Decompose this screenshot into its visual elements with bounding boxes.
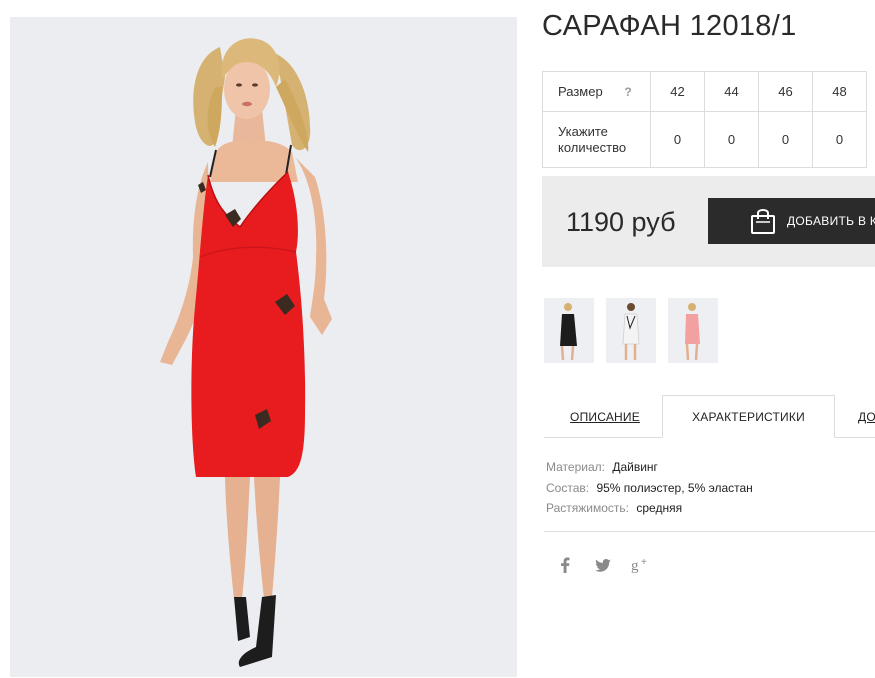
quantity-input-42[interactable]: 0: [650, 111, 705, 168]
size-44: 44: [704, 71, 759, 112]
add-to-cart-button[interactable]: ДОБАВИТЬ В КОРЗИНУ: [708, 198, 875, 244]
tab-characteristics-label: ХАРАКТЕРИСТИКИ: [692, 409, 805, 424]
property-key: Растяжимость:: [546, 501, 630, 515]
tab-characteristics[interactable]: ХАРАКТЕРИСТИКИ: [662, 395, 835, 438]
quantity-input-46[interactable]: 0: [758, 111, 813, 168]
facebook-icon[interactable]: [556, 555, 574, 575]
thumbnail-black-dress[interactable]: [544, 298, 594, 363]
size-48: 48: [812, 71, 867, 112]
size-42: 42: [650, 71, 705, 112]
thumbnail-white-dress[interactable]: [606, 298, 656, 363]
quantity-row: Укажите количество 0 0 0 0: [542, 111, 867, 168]
section-divider: [544, 531, 875, 532]
property-value: Дайвинг: [612, 460, 658, 474]
property-composition: Состав: 95% полиэстер, 5% эластан: [546, 478, 753, 499]
property-key: Состав:: [546, 480, 590, 495]
size-label-cell: Размер ?: [542, 71, 651, 112]
product-title: САРАФАН 12018/1: [542, 10, 797, 42]
twitter-icon[interactable]: [593, 555, 613, 575]
product-page: САРАФАН 12018/1 Размер ? 42 44 46 48 Ука…: [0, 0, 875, 678]
tab-delivery-label: ДОСТАВКА: [858, 409, 875, 424]
model-illustration: [160, 38, 332, 667]
property-value: 95% полиэстер, 5% эластан: [596, 480, 753, 495]
property-key: Материал:: [546, 460, 605, 474]
price-panel: 1190 руб ДОБАВИТЬ В КОРЗИНУ: [542, 176, 875, 267]
size-help-icon[interactable]: ?: [624, 84, 631, 100]
quantity-label: Укажите количество: [542, 111, 651, 168]
property-stretch: Растяжимость: средняя: [546, 498, 753, 519]
characteristics-list: Материал: Дайвинг Состав: 95% полиэстер,…: [546, 457, 753, 519]
quantity-input-48[interactable]: 0: [812, 111, 867, 168]
size-label: Размер: [558, 83, 603, 99]
property-value: средняя: [636, 501, 683, 515]
size-row: Размер ? 42 44 46 48: [542, 71, 867, 112]
size-46: 46: [758, 71, 813, 112]
property-material: Материал: Дайвинг: [546, 457, 753, 478]
tab-description-label: ОПИСАНИЕ: [570, 409, 640, 424]
shopping-bag-icon: [750, 207, 776, 235]
add-to-cart-label: ДОБАВИТЬ В КОРЗИНУ: [787, 214, 875, 228]
quantity-input-44[interactable]: 0: [704, 111, 759, 168]
price: 1190 руб: [566, 207, 676, 237]
google-plus-icon[interactable]: g +: [630, 555, 652, 575]
tab-delivery[interactable]: ДОСТАВКА: [858, 395, 875, 438]
tab-description[interactable]: ОПИСАНИЕ: [550, 395, 660, 438]
size-quantity-table: Размер ? 42 44 46 48 Укажите количество …: [542, 71, 867, 168]
thumbnail-pink-dress[interactable]: [668, 298, 718, 363]
svg-text:+: +: [641, 557, 647, 568]
main-product-image[interactable]: [10, 17, 517, 677]
svg-text:g: g: [631, 558, 639, 573]
